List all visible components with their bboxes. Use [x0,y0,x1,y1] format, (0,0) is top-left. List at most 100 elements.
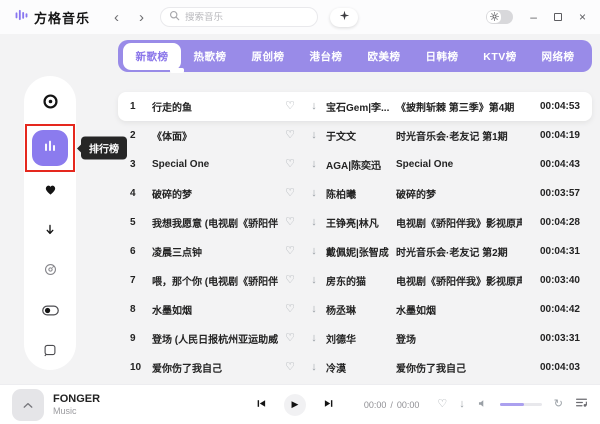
download-icon[interactable]: ↓ [302,101,326,112]
song-duration: 00:04:53 [522,101,580,112]
forward-icon[interactable]: › [137,10,146,25]
speaker-icon[interactable] [477,396,488,414]
tab-western[interactable]: 欧美榜 [355,43,413,70]
audio-bars-logo-icon [14,8,29,27]
song-artist: 杨丞琳 [326,302,396,317]
table-row[interactable]: 9 登场 (人民日报杭州亚运助威曲) ♡ ↓ 刘德华 登场 00:03:31 [118,324,592,353]
heart-icon[interactable]: ♡ [437,399,447,410]
playlist-icon[interactable] [575,396,588,414]
song-artist: 房东的猫 [326,273,396,288]
song-artist: 于文文 [326,128,396,143]
current-time: 00:00 [364,400,387,410]
sidebar-item-favorites[interactable] [33,178,67,206]
song-title: 凌晨三点钟 [152,244,278,259]
tooltip-arrow [77,144,81,152]
sidebar-item-feedback[interactable] [33,338,67,366]
search-box[interactable] [160,7,318,27]
sidebar-item-discover[interactable] [33,90,67,118]
download-icon[interactable]: ↓ [302,159,326,170]
download-icon[interactable]: ↓ [302,217,326,228]
maximize-button[interactable] [554,13,562,21]
arrow-down-icon [43,223,57,242]
volume-slider[interactable] [500,403,542,406]
song-artist: 陈柏曦 [326,186,396,201]
album-art-placeholder[interactable] [12,389,44,421]
active-tab-indicator [170,68,184,73]
heart-icon[interactable]: ♡ [278,304,302,315]
song-artist: 刘德华 [326,331,396,346]
heart-icon[interactable]: ♡ [278,275,302,286]
download-icon[interactable]: ↓ [302,130,326,141]
tab-jp-kr[interactable]: 日韩榜 [413,43,471,70]
theme-toggle[interactable] [486,10,513,24]
song-artist: 宝石Gem|李... [326,99,396,114]
table-row[interactable]: 4 破碎的梦 ♡ ↓ 陈柏曦 破碎的梦 00:03:57 [118,179,592,208]
table-row[interactable]: 8 水墨如烟 ♡ ↓ 杨丞琳 水墨如烟 00:04:42 [118,295,592,324]
sidebar-item-ranking[interactable]: 排行榜 [32,130,68,166]
ranking-active-button[interactable] [32,130,68,166]
heart-icon[interactable]: ♡ [278,188,302,199]
table-row[interactable]: 10 爱你伤了我自己 ♡ ↓ 冷漠 爱你伤了我自己 00:04:03 [118,353,592,382]
sparkle-icon [339,8,350,26]
table-row[interactable]: 1 行走的鱼 ♡ ↓ 宝石Gem|李... 《披荆斩棘 第三季》第4期 00:0… [118,92,592,121]
heart-icon[interactable]: ♡ [278,101,302,112]
song-index: 3 [130,159,152,170]
table-row[interactable]: 6 凌晨三点钟 ♡ ↓ 戴佩妮|张智成 时光音乐会·老友记 第2期 00:04:… [118,237,592,266]
assistant-button[interactable] [330,8,358,27]
download-icon[interactable]: ↓ [302,188,326,199]
song-duration: 00:04:31 [522,246,580,257]
table-row[interactable]: 5 我想我愿意 (电视剧《骄阳伴我》... ♡ ↓ 王铮亮|林凡 电视剧《骄阳伴… [118,208,592,237]
song-duration: 00:03:40 [522,275,580,286]
download-icon[interactable]: ↓ [302,362,326,373]
song-artist: 冷漠 [326,360,396,375]
song-duration: 00:04:19 [522,130,580,141]
download-icon[interactable]: ↓ [302,275,326,286]
download-icon[interactable]: ↓ [302,333,326,344]
tab-new-songs[interactable]: 新歌榜 [123,43,181,70]
minimize-button[interactable]: – [530,11,537,23]
tab-network[interactable]: 网络榜 [529,43,587,70]
table-row[interactable]: 2 《体面》 ♡ ↓ 于文文 时光音乐会·老友记 第1期 00:04:19 [118,121,592,150]
download-icon[interactable]: ↓ [459,399,465,410]
sidebar: 排行榜 [24,76,76,370]
next-track-icon[interactable] [323,396,334,414]
heart-icon[interactable]: ♡ [278,217,302,228]
table-row[interactable]: 7 喂，那个你 (电视剧《骄阳伴我》... ♡ ↓ 房东的猫 电视剧《骄阳伴我》… [118,266,592,295]
heart-icon [43,182,58,202]
tab-hk-tw[interactable]: 港台榜 [297,43,355,70]
song-title: Special One [152,159,278,170]
play-button[interactable]: ▶ [284,394,306,416]
tab-original[interactable]: 原创榜 [239,43,297,70]
song-album: 爱你伤了我自己 [396,360,522,375]
song-duration: 00:04:42 [522,304,580,315]
download-icon[interactable]: ↓ [302,304,326,315]
tab-hot-songs[interactable]: 热歌榜 [181,43,239,70]
heart-icon[interactable]: ♡ [278,246,302,257]
sidebar-item-recent[interactable] [33,258,67,286]
song-album: 登场 [396,331,522,346]
player-track-name: FONGER [53,393,100,406]
ranking-tabs: 新歌榜 热歌榜 原创榜 港台榜 欧美榜 日韩榜 KTV榜 网络榜 [118,40,592,72]
sidebar-item-mode[interactable] [33,298,67,326]
song-artist: AGA|陈奕迅 [326,157,396,172]
heart-icon[interactable]: ♡ [278,130,302,141]
player-bar: FONGER Music ▶ 00:00 / 00:00 ♡ ↓ ↻ [0,384,600,424]
loop-icon[interactable]: ↻ [554,399,563,410]
heart-icon[interactable]: ♡ [278,333,302,344]
bar-chart-icon [42,138,58,159]
song-title: 喂，那个你 (电视剧《骄阳伴我》... [152,273,278,288]
table-row[interactable]: 3 Special One ♡ ↓ AGA|陈奕迅 Special One 00… [118,150,592,179]
tab-ktv[interactable]: KTV榜 [471,43,529,70]
sidebar-item-download[interactable] [33,218,67,246]
heart-icon[interactable]: ♡ [278,362,302,373]
download-icon[interactable]: ↓ [302,246,326,257]
back-icon[interactable]: ‹ [112,10,121,25]
heart-icon[interactable]: ♡ [278,159,302,170]
previous-track-icon[interactable] [256,396,267,414]
song-album: 时光音乐会·老友记 第2期 [396,244,522,259]
close-button[interactable]: × [579,11,586,23]
app-title: 方格音乐 [34,8,90,27]
song-duration: 00:03:31 [522,333,580,344]
search-input[interactable] [185,12,309,23]
song-album: 电视剧《骄阳伴我》影视原声大碟 [396,273,522,288]
